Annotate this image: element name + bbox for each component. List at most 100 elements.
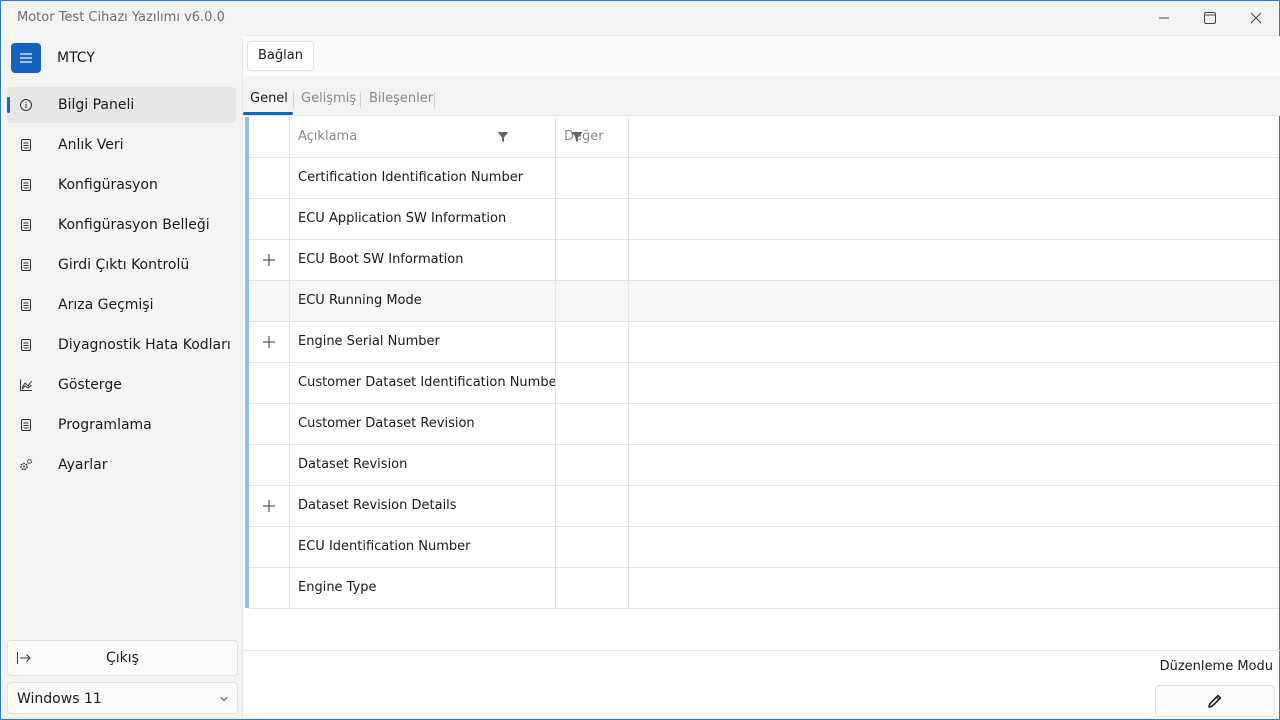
description-cell: ECU Identification Number: [290, 527, 556, 567]
value-cell[interactable]: [556, 199, 629, 239]
value-cell[interactable]: [556, 158, 629, 198]
description-cell: ECU Boot SW Information: [290, 240, 556, 280]
description-cell: Engine Serial Number: [290, 322, 556, 362]
sidebar-item-diyagnostik-hata-kodlari[interactable]: Diyagnostik Hata Kodları: [7, 327, 236, 363]
value-cell[interactable]: [556, 322, 629, 362]
main-content: Bağlan Genel Gelişmiş Bileşenler Açıklam…: [242, 35, 1280, 719]
document-icon: [21, 179, 31, 191]
expander-cell: [249, 404, 290, 444]
maximize-button[interactable]: [1187, 1, 1233, 35]
value-cell[interactable]: [556, 445, 629, 485]
description-cell: Dataset Revision Details: [290, 486, 556, 526]
expander-cell[interactable]: [249, 322, 290, 362]
filter-icon[interactable]: [497, 131, 509, 143]
connect-button[interactable]: Bağlan: [247, 41, 314, 71]
sidebar-item-label: Arıza Geçmişi: [58, 297, 154, 313]
menu-toggle-button[interactable]: [11, 43, 41, 73]
gears-icon: [20, 458, 33, 471]
table-row[interactable]: ECU Boot SW Information: [249, 240, 1279, 281]
exit-button[interactable]: Çıkış: [7, 640, 238, 676]
toolbar: Bağlan: [243, 36, 1280, 76]
expand-plus-icon[interactable]: [263, 254, 275, 266]
value-cell[interactable]: [556, 527, 629, 567]
expander-cell: [249, 158, 290, 198]
minimize-button[interactable]: [1141, 1, 1187, 35]
sidebar-item-label: Gösterge: [58, 377, 122, 393]
app-abbreviation: MTCY: [57, 50, 95, 66]
sidebar-item-programlama[interactable]: Programlama: [7, 407, 236, 443]
table-row[interactable]: Certification Identification Number: [249, 158, 1279, 199]
tab-gelismis[interactable]: Gelişmiş: [301, 91, 356, 106]
tab-bilesenler[interactable]: Bileşenler: [369, 91, 433, 106]
sidebar-item-gosterge[interactable]: Gösterge: [7, 367, 236, 403]
minimize-icon: [1159, 17, 1169, 19]
sidebar-item-ariza-gecmisi[interactable]: Arıza Geçmişi: [7, 287, 236, 323]
table-row[interactable]: ECU Application SW Information: [249, 199, 1279, 240]
expand-plus-icon[interactable]: [263, 336, 275, 348]
column-header-description[interactable]: Açıklama: [290, 117, 556, 157]
info-icon: [20, 99, 32, 111]
table-row[interactable]: Dataset Revision Details: [249, 486, 1279, 527]
value-cell[interactable]: [556, 486, 629, 526]
document-icon: [21, 219, 31, 231]
description-cell: Engine Type: [290, 568, 556, 608]
document-icon: [21, 339, 31, 351]
edit-mode-label: Düzenleme Modu: [1159, 659, 1273, 674]
sidebar-item-ayarlar[interactable]: Ayarlar: [7, 447, 236, 483]
expander-cell: [249, 527, 290, 567]
expander-cell[interactable]: [249, 486, 290, 526]
active-tab-indicator: [243, 112, 293, 115]
column-header-value[interactable]: Değer: [556, 117, 629, 157]
document-icon: [21, 139, 31, 151]
tab-separator: [434, 92, 435, 108]
table-row[interactable]: ECU Running Mode: [249, 281, 1279, 322]
expander-cell[interactable]: [249, 240, 290, 280]
sidebar-item-label: Diyagnostik Hata Kodları: [58, 337, 231, 353]
chevron-down-icon: [220, 696, 228, 702]
column-header-label: Değer: [564, 129, 604, 144]
filter-icon[interactable]: [571, 131, 583, 143]
sidebar-item-konfigurasyon[interactable]: Konfigürasyon: [7, 167, 236, 203]
sidebar-item-konfigurasyon-bellegi[interactable]: Konfigürasyon Belleği: [7, 207, 236, 243]
expander-header-cell: [249, 117, 290, 157]
expander-cell: [249, 445, 290, 485]
sidebar-item-label: Anlık Veri: [58, 137, 124, 153]
table-row[interactable]: Customer Dataset Identification Number: [249, 363, 1279, 404]
edit-mode-button[interactable]: [1155, 685, 1275, 717]
sidebar-item-anlik-veri[interactable]: Anlık Veri: [7, 127, 236, 163]
sidebar-item-label: Girdi Çıktı Kontrolü: [58, 257, 190, 273]
document-icon: [21, 299, 31, 311]
sidebar-item-label: Programlama: [58, 417, 152, 433]
title-bar[interactable]: Motor Test Cihazı Yazılımı v6.0.0: [1, 1, 1279, 35]
expander-cell: [249, 568, 290, 608]
table-row[interactable]: Dataset Revision: [249, 445, 1279, 486]
sidebar-nav: Bilgi Paneli Anlık Veri Konfigürasyon Ko…: [7, 87, 236, 487]
value-cell[interactable]: [556, 281, 629, 321]
expand-plus-icon[interactable]: [263, 500, 275, 512]
table-row[interactable]: Customer Dataset Revision: [249, 404, 1279, 445]
tab-separator: [293, 92, 294, 108]
sidebar-item-girdi-cikti-kontrolu[interactable]: Girdi Çıktı Kontrolü: [7, 247, 236, 283]
table-row[interactable]: Engine Type: [249, 568, 1279, 609]
description-cell: Certification Identification Number: [290, 158, 556, 198]
value-cell[interactable]: [556, 240, 629, 280]
tab-genel[interactable]: Genel: [250, 91, 288, 106]
table-row[interactable]: Engine Serial Number: [249, 322, 1279, 363]
sidebar-item-label: Bilgi Paneli: [58, 97, 135, 113]
chart-icon: [20, 379, 32, 391]
value-cell[interactable]: [556, 568, 629, 608]
description-cell: ECU Application SW Information: [290, 199, 556, 239]
value-cell[interactable]: [556, 404, 629, 444]
theme-select[interactable]: Windows 11: [7, 682, 238, 714]
sidebar: MTCY Bilgi Paneli Anlık Veri Konfigürasy…: [1, 35, 242, 719]
value-cell[interactable]: [556, 363, 629, 403]
theme-select-value: Windows 11: [17, 691, 102, 707]
table-row[interactable]: ECU Identification Number: [249, 527, 1279, 568]
sidebar-item-label: Ayarlar: [58, 457, 108, 473]
document-icon: [21, 259, 31, 271]
column-header-label: Açıklama: [298, 129, 358, 144]
sidebar-item-bilgi-paneli[interactable]: Bilgi Paneli: [7, 87, 236, 123]
description-cell: Dataset Revision: [290, 445, 556, 485]
close-button[interactable]: [1233, 1, 1279, 35]
sidebar-item-label: Konfigürasyon: [58, 177, 158, 193]
